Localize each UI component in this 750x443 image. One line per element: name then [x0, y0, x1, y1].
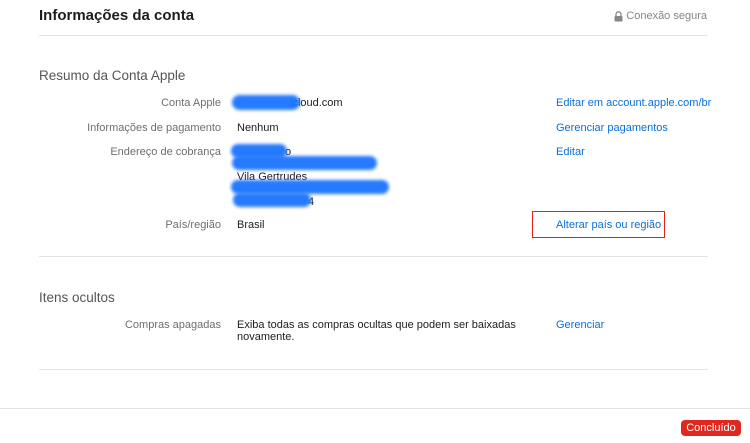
deleted-purchases-label: Compras apagadas: [124, 319, 221, 331]
done-button[interactable]: Concluído: [681, 420, 741, 436]
redaction-mark: [233, 193, 311, 207]
edit-apple-account-link[interactable]: Editar em account.apple.com/br: [556, 97, 711, 109]
change-country-region-link[interactable]: Alterar país ou região: [556, 219, 661, 231]
divider: [39, 369, 708, 370]
edit-billing-address-link[interactable]: Editar: [556, 146, 585, 158]
deleted-purchases-value: Exiba todas as compras ocultas que podem…: [237, 319, 516, 343]
divider: [39, 35, 708, 36]
manage-payments-link[interactable]: Gerenciar pagamentos: [556, 122, 668, 134]
payment-value: Nenhum: [237, 122, 279, 134]
hidden-items-section-title: Itens ocultos: [39, 290, 115, 305]
redaction-mark: [232, 156, 377, 170]
footer-divider: [0, 408, 750, 409]
manage-hidden-link[interactable]: Gerenciar: [556, 319, 604, 331]
secure-connection-label: Conexão segura: [626, 10, 707, 22]
apple-account-label: Conta Apple: [161, 97, 221, 109]
divider: [39, 256, 708, 257]
redaction-mark: [232, 95, 300, 110]
secure-connection: Conexão segura: [614, 10, 707, 22]
redaction-mark: [231, 180, 389, 194]
lock-icon: [614, 10, 623, 22]
billing-address-label: Endereço de cobrança: [110, 146, 221, 158]
country-region-label: País/região: [165, 219, 221, 231]
page-title: Informações da conta: [39, 7, 195, 24]
payment-label: Informações de pagamento: [87, 122, 221, 134]
country-region-value: Brasil: [237, 219, 265, 231]
summary-section-title: Resumo da Conta Apple: [39, 68, 186, 83]
